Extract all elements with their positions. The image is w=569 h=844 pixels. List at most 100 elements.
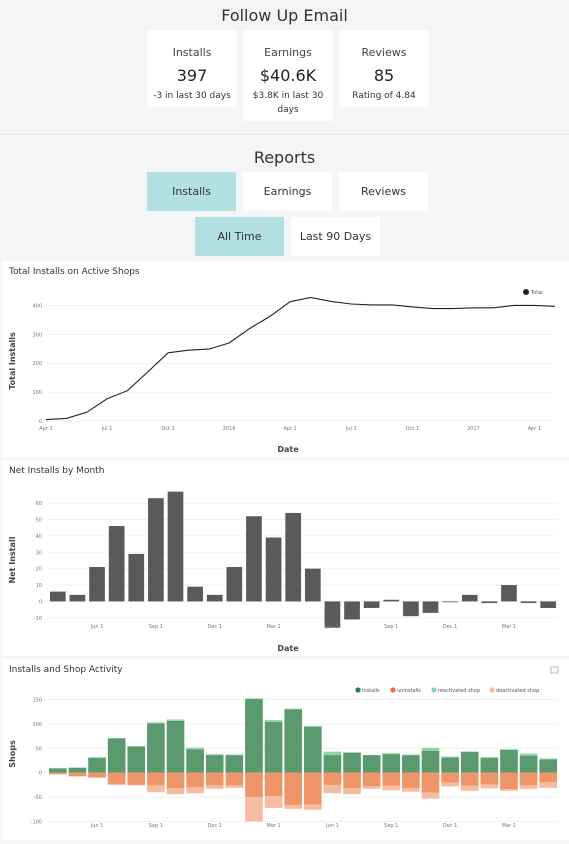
y-axis-label: Shops [8, 740, 17, 768]
bar-uninstalls [520, 773, 538, 786]
bar [403, 601, 419, 616]
y-tick-label: 0 [39, 599, 42, 605]
stacked-bar-chart-shop-activity: -100-50050100150Jun 1Sep 1Dec 1Mar 1Jun … [2, 659, 569, 840]
bar-installs [127, 746, 145, 772]
bar-uninstalls [539, 773, 557, 782]
x-tick-label: Sep 1 [384, 624, 398, 630]
stat-value: $40.6K [243, 66, 333, 85]
bar-uninstalls [500, 773, 518, 790]
x-tick-label: 2016 [223, 426, 236, 432]
x-tick-label: Oct 1 [406, 426, 419, 432]
x-tick-label: Dec 1 [443, 624, 457, 630]
range-all-time[interactable]: All Time [195, 217, 284, 256]
bar [423, 601, 439, 612]
bar-installs [186, 749, 204, 772]
bar-deactivated [147, 785, 165, 792]
chart-title: Net Installs by Month [9, 466, 104, 476]
bar-deactivated [343, 788, 361, 794]
bar-deactivated [265, 796, 283, 808]
bar-uninstalls [206, 773, 224, 786]
bar [168, 492, 184, 602]
y-tick-label: 200 [32, 361, 42, 367]
bar-installs [304, 727, 322, 773]
bar [128, 554, 144, 602]
bar-uninstalls [363, 773, 381, 787]
bar-installs [481, 758, 499, 773]
bar [442, 601, 458, 602]
tab-reviews[interactable]: Reviews [339, 172, 428, 211]
range-last-90-days[interactable]: Last 90 Days [291, 217, 380, 256]
x-tick-label: Jun 1 [325, 823, 339, 829]
x-tick-label: Oct 1 [161, 426, 174, 432]
bar-deactivated [167, 788, 185, 794]
bar-uninstalls [284, 773, 302, 805]
reports-title: Reports [0, 148, 569, 167]
bar-reactivated [539, 759, 557, 760]
x-tick-label: Sep 1 [149, 624, 163, 630]
bar [266, 538, 282, 602]
bar-reactivated [441, 757, 459, 758]
bar-deactivated [520, 785, 538, 788]
bar-uninstalls [422, 773, 440, 793]
x-axis-label: Date [277, 644, 299, 653]
expand-icon[interactable] [551, 667, 558, 673]
bar-reactivated [186, 748, 204, 749]
bar-installs [343, 753, 361, 773]
bar-deactivated [461, 786, 479, 791]
bar-installs [69, 768, 87, 773]
x-tick-label: Jul 1 [345, 426, 357, 432]
bar [383, 600, 399, 602]
bar-installs [324, 755, 342, 773]
bar-uninstalls [186, 773, 204, 788]
bar-uninstalls [147, 773, 165, 786]
bar-uninstalls [167, 773, 185, 789]
x-tick-label: Jun 1 [325, 624, 339, 630]
bar-deactivated [363, 786, 381, 788]
legend-marker [431, 687, 436, 692]
panel-total-installs: Total Installs on Active Shops 010020030… [2, 261, 569, 457]
x-tick-label: Mar 1 [502, 624, 516, 630]
tab-installs[interactable]: Installs [147, 172, 236, 211]
stat-sub: -3 in last 30 days [147, 89, 237, 103]
y-tick-label: 0 [39, 419, 42, 425]
bar-uninstalls [304, 773, 322, 805]
bar-installs [284, 709, 302, 773]
bar [364, 601, 380, 608]
legend-marker [489, 687, 494, 692]
bar-uninstalls [382, 773, 400, 786]
y-tick-label: -50 [34, 795, 42, 801]
bar [540, 601, 556, 608]
bar-reactivated [422, 748, 440, 751]
panel-shop-activity: Installs and Shop Activity -100-50050100… [2, 659, 569, 840]
bar [521, 601, 537, 603]
bar-installs [382, 754, 400, 773]
stat-sub: Rating of 4.84 [339, 89, 429, 103]
x-axis-label: Date [277, 445, 299, 454]
bar-installs [363, 755, 381, 773]
y-tick-label: 10 [36, 583, 42, 589]
x-tick-label: Dec 1 [208, 823, 222, 829]
bar-deactivated [226, 785, 244, 787]
bar-uninstalls [88, 773, 106, 778]
bar-uninstalls [461, 773, 479, 786]
bar-reactivated [206, 754, 224, 755]
y-tick-label: 50 [36, 746, 42, 752]
legend-label: uninstalls [397, 688, 421, 694]
bar [207, 595, 223, 602]
x-tick-label: Jun 1 [90, 624, 104, 630]
tab-earnings[interactable]: Earnings [243, 172, 332, 211]
bar [109, 526, 125, 601]
bar-installs [441, 758, 459, 773]
bar-uninstalls [108, 773, 126, 784]
bar-deactivated [382, 786, 400, 790]
y-tick-label: -100 [31, 820, 42, 826]
chart-title: Installs and Shop Activity [9, 665, 123, 675]
bar-uninstalls [245, 773, 263, 797]
bar-uninstalls [402, 773, 420, 789]
y-tick-label: 60 [36, 501, 42, 507]
y-tick-label: 50 [36, 517, 42, 523]
bar-deactivated [422, 793, 440, 799]
app-title: Follow Up Email [0, 6, 569, 25]
bar-reactivated [265, 720, 283, 722]
bar [344, 601, 360, 619]
